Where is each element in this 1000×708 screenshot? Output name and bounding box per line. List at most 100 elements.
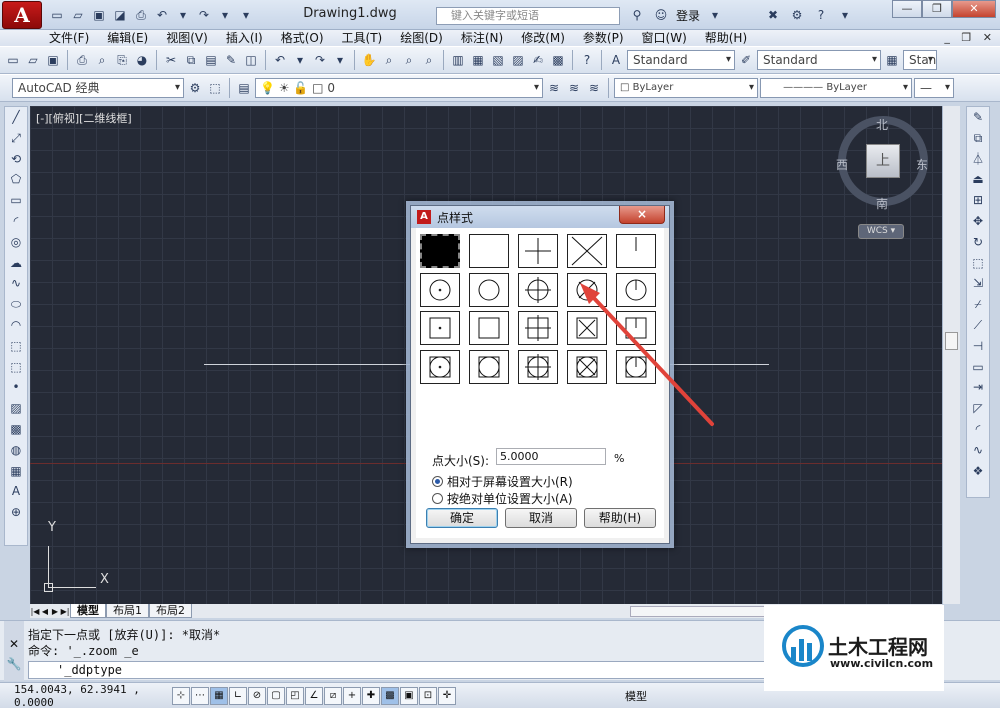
table-style-icon[interactable]: ▦ <box>883 51 901 69</box>
redo-icon[interactable]: ↷ <box>311 51 329 69</box>
revcloud-icon[interactable]: ☁ <box>6 253 26 274</box>
menu-dimension[interactable]: 标注(N) <box>452 30 512 46</box>
dialog-title-bar[interactable]: A 点样式 × <box>411 206 669 228</box>
menu-insert[interactable]: 插入(I) <box>217 30 272 46</box>
drawn-line[interactable] <box>670 364 769 365</box>
hatch-icon[interactable]: ▨ <box>6 398 26 419</box>
ok-button[interactable]: 确定 <box>426 508 498 528</box>
otrack-toggle[interactable]: ∠ <box>305 686 323 705</box>
dim-style-icon[interactable]: ✐ <box>737 51 755 69</box>
user-icon[interactable]: ☺ <box>652 6 670 24</box>
dyn-toggle[interactable]: + <box>343 686 361 705</box>
point-style-option[interactable] <box>616 311 656 345</box>
menu-modify[interactable]: 修改(M) <box>512 30 574 46</box>
annotation-monitor-toggle[interactable]: ✛ <box>438 686 456 705</box>
workspace-toggle-icon[interactable]: ⬚ <box>206 79 224 97</box>
mirror-icon[interactable]: ⏃ <box>968 149 988 170</box>
communication-icon[interactable]: ⚙ <box>788 6 806 24</box>
infer-constraints-toggle[interactable]: ⊹ <box>172 686 190 705</box>
wcs-menu[interactable]: WCS ▾ <box>858 224 904 239</box>
undo-icon[interactable]: ↶ <box>271 51 289 69</box>
dialog-close-button[interactable]: × <box>619 206 665 224</box>
offset-icon[interactable]: ⏏ <box>968 169 988 190</box>
save-as-icon[interactable]: ◪ <box>111 6 129 24</box>
break-icon[interactable]: ▭ <box>968 357 988 378</box>
viewcube-south[interactable]: 南 <box>876 195 888 212</box>
ducs-toggle[interactable]: ⧄ <box>324 686 342 705</box>
radio-relative-size[interactable]: 相对于屏幕设置大小(R) <box>432 473 573 490</box>
stretch-icon[interactable]: ⇲ <box>968 273 988 294</box>
point-style-option[interactable] <box>518 234 558 268</box>
layer-select[interactable]: 💡 ☀ 🔓 □ 0 <box>255 78 543 98</box>
undo-icon[interactable]: ↶ <box>153 6 171 24</box>
command-input[interactable]: '_ddptype <box>28 661 768 679</box>
tab-layout1[interactable]: 布局1 <box>106 604 149 618</box>
last-tab-icon[interactable]: ▶| <box>60 607 70 616</box>
point-style-option[interactable] <box>616 349 656 384</box>
lineweight-select[interactable]: — <box>914 78 954 98</box>
search-input[interactable]: 键入关键字或短语 <box>436 7 620 25</box>
construction-line-icon[interactable]: ⤢ <box>6 128 26 149</box>
point-style-option[interactable] <box>567 272 607 307</box>
viewcube-east[interactable]: 东 <box>916 156 928 173</box>
cancel-button[interactable]: 取消 <box>505 508 577 528</box>
print-icon[interactable]: ⎙ <box>132 6 150 24</box>
point-style-option[interactable] <box>469 234 509 268</box>
viewport-controls-label[interactable]: [-][俯视][二维线框] <box>36 110 132 126</box>
help-dropdown-icon[interactable]: ▾ <box>836 6 854 24</box>
make-current-layer-icon[interactable]: ≋ <box>545 79 563 97</box>
copy-object-icon[interactable]: ⧉ <box>968 128 988 149</box>
break-at-point-icon[interactable]: ⊣ <box>968 336 988 357</box>
point-style-option[interactable] <box>567 349 607 384</box>
tab-model[interactable]: 模型 <box>70 604 106 618</box>
open-icon[interactable]: ▱ <box>24 51 42 69</box>
customize-icon[interactable]: 🔧 <box>4 657 24 671</box>
markup-icon[interactable]: ✍ <box>529 51 547 69</box>
lineweight-toggle[interactable]: ✚ <box>362 686 380 705</box>
redo-dropdown-icon[interactable]: ▾ <box>331 51 349 69</box>
login-button[interactable]: 登录 <box>676 7 700 24</box>
transparency-toggle[interactable]: ▩ <box>381 686 399 705</box>
workspace-settings-icon[interactable]: ⚙ <box>186 79 204 97</box>
point-style-option[interactable] <box>616 234 656 268</box>
prev-tab-icon[interactable]: ◀ <box>40 607 50 616</box>
grid-toggle[interactable]: ▦ <box>210 686 228 705</box>
tool-palettes-icon[interactable]: ▧ <box>489 51 507 69</box>
insert-block-icon[interactable]: ⬚ <box>6 336 26 357</box>
zoom-realtime-icon[interactable]: ⌕ <box>380 51 398 69</box>
paste-icon[interactable]: ▤ <box>202 51 220 69</box>
osnap-toggle[interactable]: ▢ <box>267 686 285 705</box>
workspace-select[interactable]: AutoCAD 经典 <box>12 78 184 98</box>
radio-relative-indicator[interactable] <box>432 476 443 487</box>
trim-icon[interactable]: ⌿ <box>968 294 988 315</box>
layer-states-icon[interactable]: ≋ <box>585 79 603 97</box>
point-style-option[interactable] <box>567 234 607 268</box>
point-style-option[interactable] <box>616 272 656 307</box>
qat-customize-icon[interactable]: ▾ <box>237 6 255 24</box>
point-size-input[interactable]: 5.0000 <box>496 448 606 465</box>
zoom-previous-icon[interactable]: ⌕ <box>420 51 438 69</box>
undo-dropdown-icon[interactable]: ▾ <box>174 6 192 24</box>
erase-icon[interactable]: ✎ <box>968 107 988 128</box>
point-style-option[interactable] <box>420 349 460 384</box>
cut-icon[interactable]: ✂ <box>162 51 180 69</box>
next-tab-icon[interactable]: ▶ <box>50 607 60 616</box>
properties-icon[interactable]: ▥ <box>449 51 467 69</box>
undo-dropdown-icon[interactable]: ▾ <box>291 51 309 69</box>
snap-toggle[interactable]: ⋯ <box>191 686 209 705</box>
close-window-button[interactable]: ✕ <box>952 0 996 18</box>
polar-toggle[interactable]: ⊘ <box>248 686 266 705</box>
qnew-icon[interactable]: ▭ <box>4 51 22 69</box>
polyline-icon[interactable]: ⟲ <box>6 149 26 170</box>
plot-preview-icon[interactable]: ⌕ <box>93 51 111 69</box>
match-properties-icon[interactable]: ✎ <box>222 51 240 69</box>
help-icon[interactable]: ? <box>812 6 830 24</box>
plot-icon[interactable]: ⎙ <box>73 51 91 69</box>
spline-icon[interactable]: ∿ <box>6 273 26 294</box>
quickcalc-icon[interactable]: ▩ <box>549 51 567 69</box>
design-center-icon[interactable]: ▦ <box>469 51 487 69</box>
point-style-option[interactable] <box>518 272 558 307</box>
selection-cycling-toggle[interactable]: ⊡ <box>419 686 437 705</box>
line-icon[interactable]: ╱ <box>6 107 26 128</box>
gradient-icon[interactable]: ▩ <box>6 419 26 440</box>
